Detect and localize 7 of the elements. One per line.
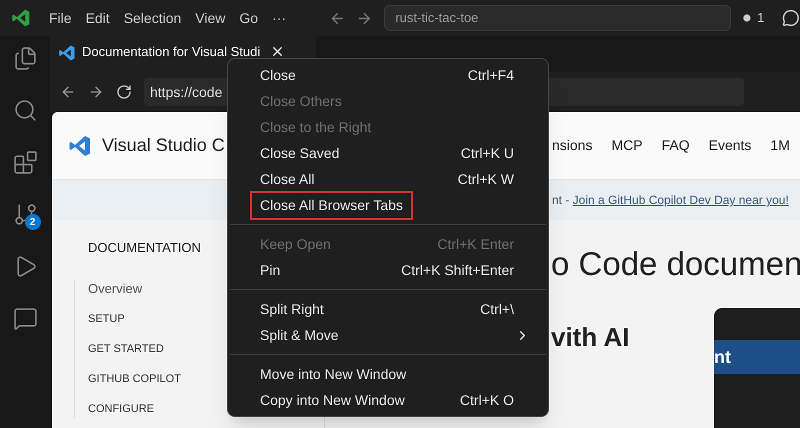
section-heading: vith AI (551, 321, 630, 354)
count-badge: 2 (24, 214, 40, 230)
promo-text: nt (714, 346, 731, 368)
notification-count: 1 (757, 9, 764, 28)
sidebar-heading: DOCUMENTATION (88, 239, 201, 257)
page-heading: o Code documen (551, 244, 800, 284)
banner-text: nt - (552, 192, 570, 209)
